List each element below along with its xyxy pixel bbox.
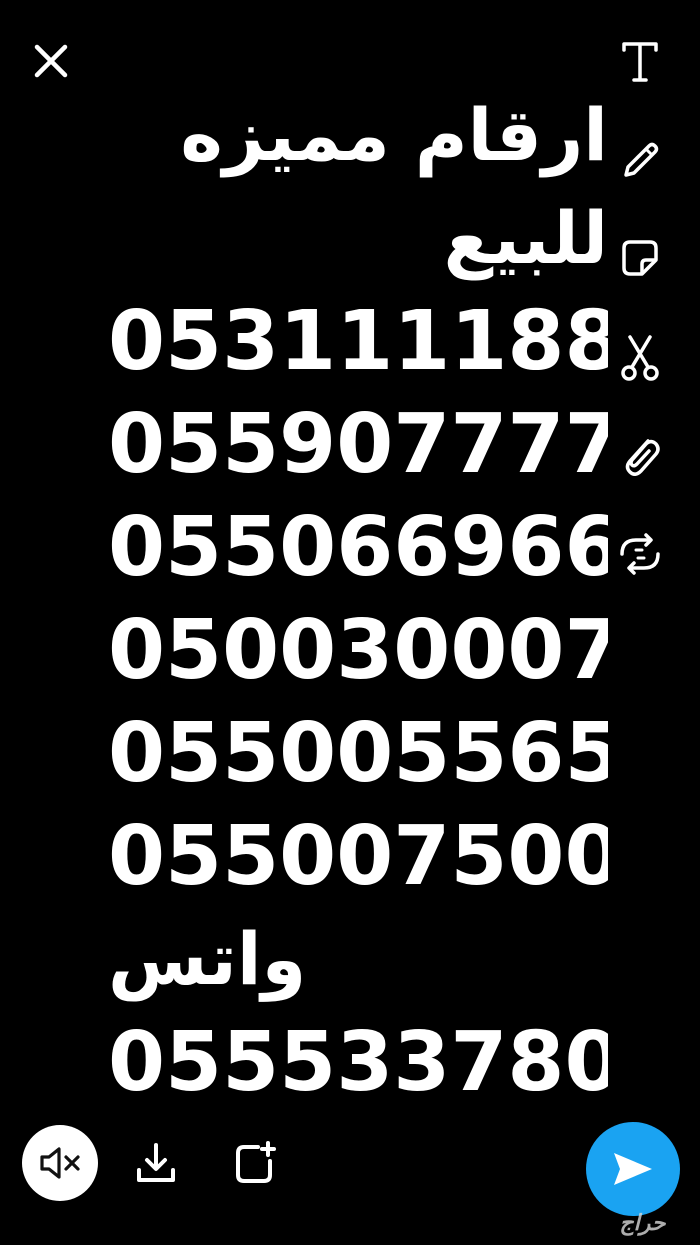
snap-editor-canvas: ارقام مميزه للبيع 0531111880 0559077778 … [0, 0, 700, 1245]
phone-number: 0550055650 [108, 706, 608, 801]
loop-tool-button[interactable] [612, 526, 668, 582]
save-button[interactable] [128, 1135, 184, 1191]
download-icon [137, 1143, 175, 1182]
sound-off-icon [40, 1147, 80, 1179]
phone-number: 0500300076 [108, 603, 608, 698]
pencil-tool-button[interactable] [612, 133, 668, 189]
phone-number: 0559077778 [108, 397, 608, 492]
mute-button[interactable] [22, 1125, 98, 1201]
text-tool-button[interactable] [612, 34, 668, 90]
send-arrow-icon [614, 1153, 652, 1185]
phone-number: 0550669666 [108, 500, 608, 595]
close-icon [34, 44, 68, 78]
paperclip-tool-button[interactable] [612, 428, 668, 484]
sticker-tool-button[interactable] [612, 230, 668, 286]
watermark-logo: حراج [619, 1211, 666, 1236]
paperclip-icon [625, 439, 660, 476]
whatsapp-label-text: واتس [108, 917, 307, 1001]
text-tool-icon [622, 42, 658, 82]
add-to-story-button[interactable] [226, 1135, 282, 1191]
whatsapp-number: 0555337800 [108, 1015, 608, 1110]
scissors-tool-button[interactable] [612, 330, 668, 386]
scissors-icon [621, 335, 659, 381]
caption-title-line2: للبيع [443, 196, 608, 280]
close-button[interactable] [28, 38, 74, 84]
whatsapp-label: واتس [108, 908, 608, 1011]
pencil-icon [624, 142, 659, 177]
loop-icon [620, 533, 660, 575]
caption-text[interactable]: ارقام مميزه للبيع 0531111880 0559077778 … [108, 84, 608, 1114]
phone-number: 0531111880 [108, 294, 608, 389]
phone-number: 0550075005 [108, 809, 608, 904]
add-story-icon [236, 1141, 276, 1183]
sticker-icon [622, 240, 658, 276]
caption-title-line1: ارقام مميزه [180, 93, 608, 177]
send-button[interactable] [586, 1122, 680, 1216]
